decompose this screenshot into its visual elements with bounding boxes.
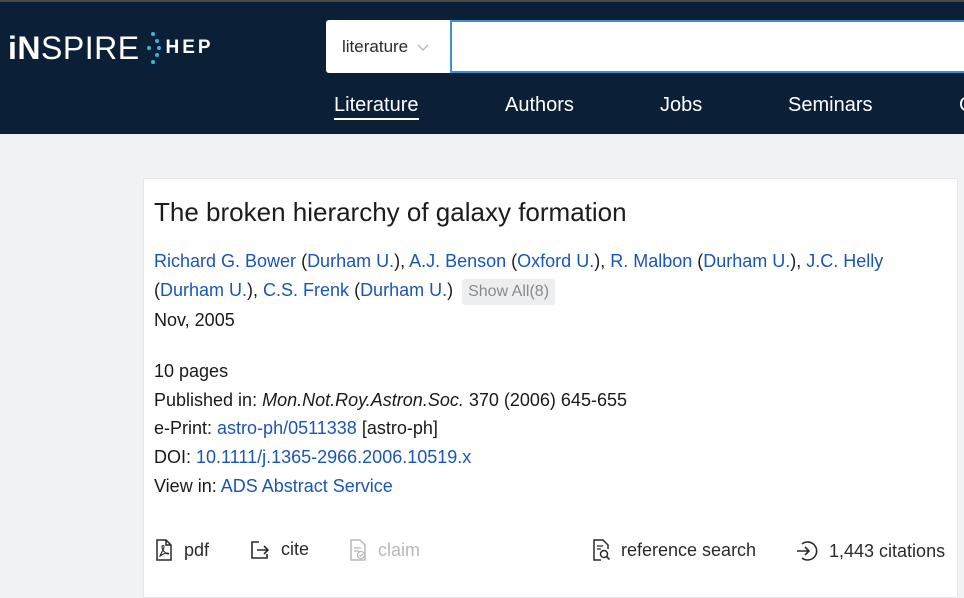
author-link[interactable]: R. Malbon [610,251,692,271]
journal-detail: 370 (2006) 645-655 [468,389,627,410]
record-date: Nov, 2005 [154,310,235,330]
eprint-info: e-Print: astro-ph/0511338 [astro-ph] [154,414,627,443]
pdf-label: pdf [184,539,210,560]
logo-dots-icon [144,30,162,66]
doi-link[interactable]: 10.1111/j.1365-2966.2006.10519.x [196,447,471,467]
record-title: The broken hierarchy of galaxy formation [154,197,627,227]
nav-jobs[interactable]: Jobs [660,94,702,117]
top-navigation-bar: iNSPIRE HEP literature Literature Author… [0,0,964,134]
eprint-category: [astro-ph] [361,418,438,439]
ads-link[interactable]: ADS Abstract Service [221,476,393,496]
affiliation-link[interactable]: Durham U. [307,251,394,271]
logo-text-part2: SPIRE [41,29,140,66]
search-input[interactable] [450,20,964,73]
doi-label: DOI: [154,447,192,468]
logo-hep-text: HEP [165,37,214,58]
file-search-icon [593,539,611,561]
journal-name: Mon.Not.Roy.Astron.Soc. [262,389,464,410]
search-scope-value: literature [342,36,409,56]
page-count: 10 pages [154,361,229,381]
author-link[interactable]: A.J. Benson [409,251,506,271]
citations-link[interactable]: 1,443 citations [795,539,945,563]
pdf-button[interactable]: pdf [154,539,209,561]
affiliation-link[interactable]: Durham U. [160,280,247,300]
doi-info: DOI: 10.1111/j.1365-2966.2006.10519.x [154,443,627,472]
record-actions: pdf cite claim reference search 1,443 ci… [144,539,959,569]
view-in-info: View in: ADS Abstract Service [154,472,627,501]
chevron-down-icon [417,39,429,55]
claim-file-icon [350,539,366,561]
author-link[interactable]: J.C. Helly [806,251,883,271]
published-label: Published in: [154,389,258,410]
logo-text: iNSPIRE [8,30,140,67]
login-arrow-icon [797,541,818,561]
claim-button[interactable]: claim [348,539,420,561]
main-nav: Literature Authors Jobs Seminars C [0,94,964,124]
logo-text-part1: iN [8,29,41,66]
export-icon [251,540,270,559]
view-in-label: View in: [154,475,217,496]
author-list: Richard G. Bower (Durham U.), A.J. Benso… [154,247,914,305]
affiliation-link[interactable]: Durham U. [703,251,790,271]
eprint-label: e-Print: [154,418,213,439]
citations-label: 1,443 citations [829,540,946,561]
search-scope-select[interactable]: literature [326,20,450,73]
record-metadata: 10 pages Published in: Mon.Not.Roy.Astro… [154,357,627,501]
publication-info: Published in: Mon.Not.Roy.Astron.Soc. 37… [154,386,627,415]
nav-authors[interactable]: Authors [505,94,574,117]
search-bar: literature [326,20,964,73]
pdf-file-icon [156,539,172,561]
nav-conferences[interactable]: C [959,94,964,117]
reference-search-label: reference search [621,539,757,560]
claim-label: claim [378,539,421,560]
nav-literature[interactable]: Literature [334,94,419,120]
show-all-authors-button[interactable]: Show All(8) [462,279,556,305]
cite-label: cite [281,539,310,559]
cite-button[interactable]: cite [249,539,309,560]
affiliation-link[interactable]: Oxford U. [517,251,594,271]
nav-seminars[interactable]: Seminars [788,94,872,117]
author-link[interactable]: C.S. Frenk [263,280,349,300]
author-link[interactable]: Richard G. Bower [154,251,296,271]
eprint-link[interactable]: astro-ph/0511338 [217,418,357,438]
inspire-hep-logo[interactable]: iNSPIRE HEP [8,28,214,68]
affiliation-link[interactable]: Durham U. [360,280,447,300]
reference-search-button[interactable]: reference search [591,539,756,561]
literature-record-card: The broken hierarchy of galaxy formation… [143,178,958,598]
